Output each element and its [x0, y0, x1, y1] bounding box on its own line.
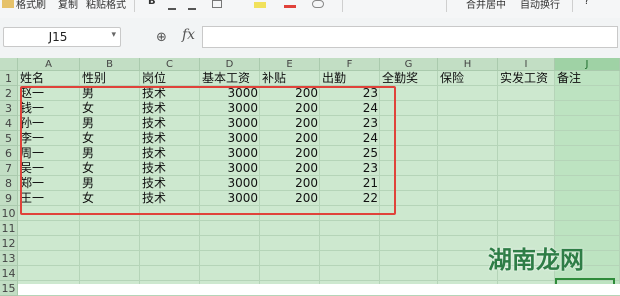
row-header-5[interactable]: 5	[0, 131, 18, 146]
column-header-h[interactable]: H	[438, 58, 498, 71]
row-header-12[interactable]: 12	[0, 236, 18, 251]
ribbon-toolbar: 格式刷 复制 粘贴格式 B 合并居中 自动换行 ?	[0, 0, 620, 19]
header-cell[interactable]: 姓名	[18, 71, 80, 86]
formula-bar: J15 ▾ ⊕ fx	[0, 18, 620, 59]
grid-line-horizontal	[18, 235, 620, 236]
fill-color-icon[interactable]	[254, 2, 266, 8]
row-header-13[interactable]: 13	[0, 251, 18, 266]
row-header-7[interactable]: 7	[0, 161, 18, 176]
bold-button[interactable]: B	[148, 0, 156, 7]
formula-input[interactable]	[202, 26, 618, 48]
column-header-i[interactable]: I	[498, 58, 555, 71]
grid-line-horizontal	[18, 280, 620, 281]
toolbar-merge-center[interactable]: 合并居中	[466, 0, 506, 11]
header-cell[interactable]: 基本工资	[200, 71, 260, 86]
row-header-1[interactable]: 1	[0, 71, 18, 86]
header-cell[interactable]: 实发工资	[498, 71, 555, 86]
border-icon[interactable]	[212, 0, 222, 8]
toolbar-copy[interactable]: 复制	[58, 0, 78, 11]
clear-icon[interactable]	[312, 0, 324, 8]
grid-line-horizontal	[18, 220, 620, 221]
font-color-icon[interactable]	[284, 5, 296, 8]
grid-line-vertical	[437, 71, 438, 284]
zoom-icon[interactable]: ⊕	[156, 30, 167, 45]
chevron-down-icon[interactable]: ▾	[111, 30, 116, 40]
watermark-logo: 湖南龙网	[488, 246, 584, 274]
row-header-15[interactable]: 15	[0, 281, 18, 296]
column-header-d[interactable]: D	[200, 58, 260, 71]
row-header-8[interactable]: 8	[0, 176, 18, 191]
fx-icon[interactable]: fx	[182, 27, 195, 43]
row-header-6[interactable]: 6	[0, 146, 18, 161]
column-header-b[interactable]: B	[80, 58, 140, 71]
toolbar-format-painter[interactable]: 格式刷	[16, 0, 46, 11]
header-cell[interactable]: 岗位	[140, 71, 200, 86]
active-cell-j15[interactable]	[555, 278, 615, 284]
column-header-g[interactable]: G	[380, 58, 438, 71]
italic-icon[interactable]	[168, 0, 176, 10]
header-cell[interactable]: 补贴	[260, 71, 320, 86]
help-icon[interactable]: ?	[584, 0, 589, 7]
column-header-c[interactable]: C	[140, 58, 200, 71]
header-cell[interactable]: 备注	[555, 71, 620, 86]
toolbar-wrap-text[interactable]: 自动换行	[520, 0, 560, 11]
column-header-j[interactable]: J	[555, 58, 620, 71]
column-header-e[interactable]: E	[260, 58, 320, 71]
column-header-a[interactable]: A	[18, 58, 80, 71]
row-header-2[interactable]: 2	[0, 86, 18, 101]
header-cell[interactable]: 全勤奖	[380, 71, 438, 86]
row-header-11[interactable]: 11	[0, 221, 18, 236]
name-box-value: J15	[48, 30, 68, 44]
row-header-4[interactable]: 4	[0, 116, 18, 131]
row-header-3[interactable]: 3	[0, 101, 18, 116]
column-header-f[interactable]: F	[320, 58, 380, 71]
format-painter-icon[interactable]	[2, 0, 14, 8]
row-header-14[interactable]: 14	[0, 266, 18, 281]
header-cell[interactable]: 性别	[80, 71, 140, 86]
spreadsheet-grid[interactable]: A B C D E F G H I J 1 2 3 4 5 6 7 8 9 10 11 12 13 14 15 姓名 性别 岗位 基本工…	[0, 58, 620, 296]
row-header-10[interactable]: 10	[0, 206, 18, 221]
row-header-9[interactable]: 9	[0, 191, 18, 206]
select-all-corner[interactable]	[0, 58, 18, 71]
toolbar-paste-format[interactable]: 粘贴格式	[86, 0, 126, 11]
header-cell[interactable]: 出勤	[320, 71, 380, 86]
header-cell[interactable]: 保险	[438, 71, 498, 86]
name-box[interactable]: J15 ▾	[3, 27, 121, 47]
highlight-box	[20, 86, 396, 215]
underline-icon[interactable]	[188, 0, 196, 10]
